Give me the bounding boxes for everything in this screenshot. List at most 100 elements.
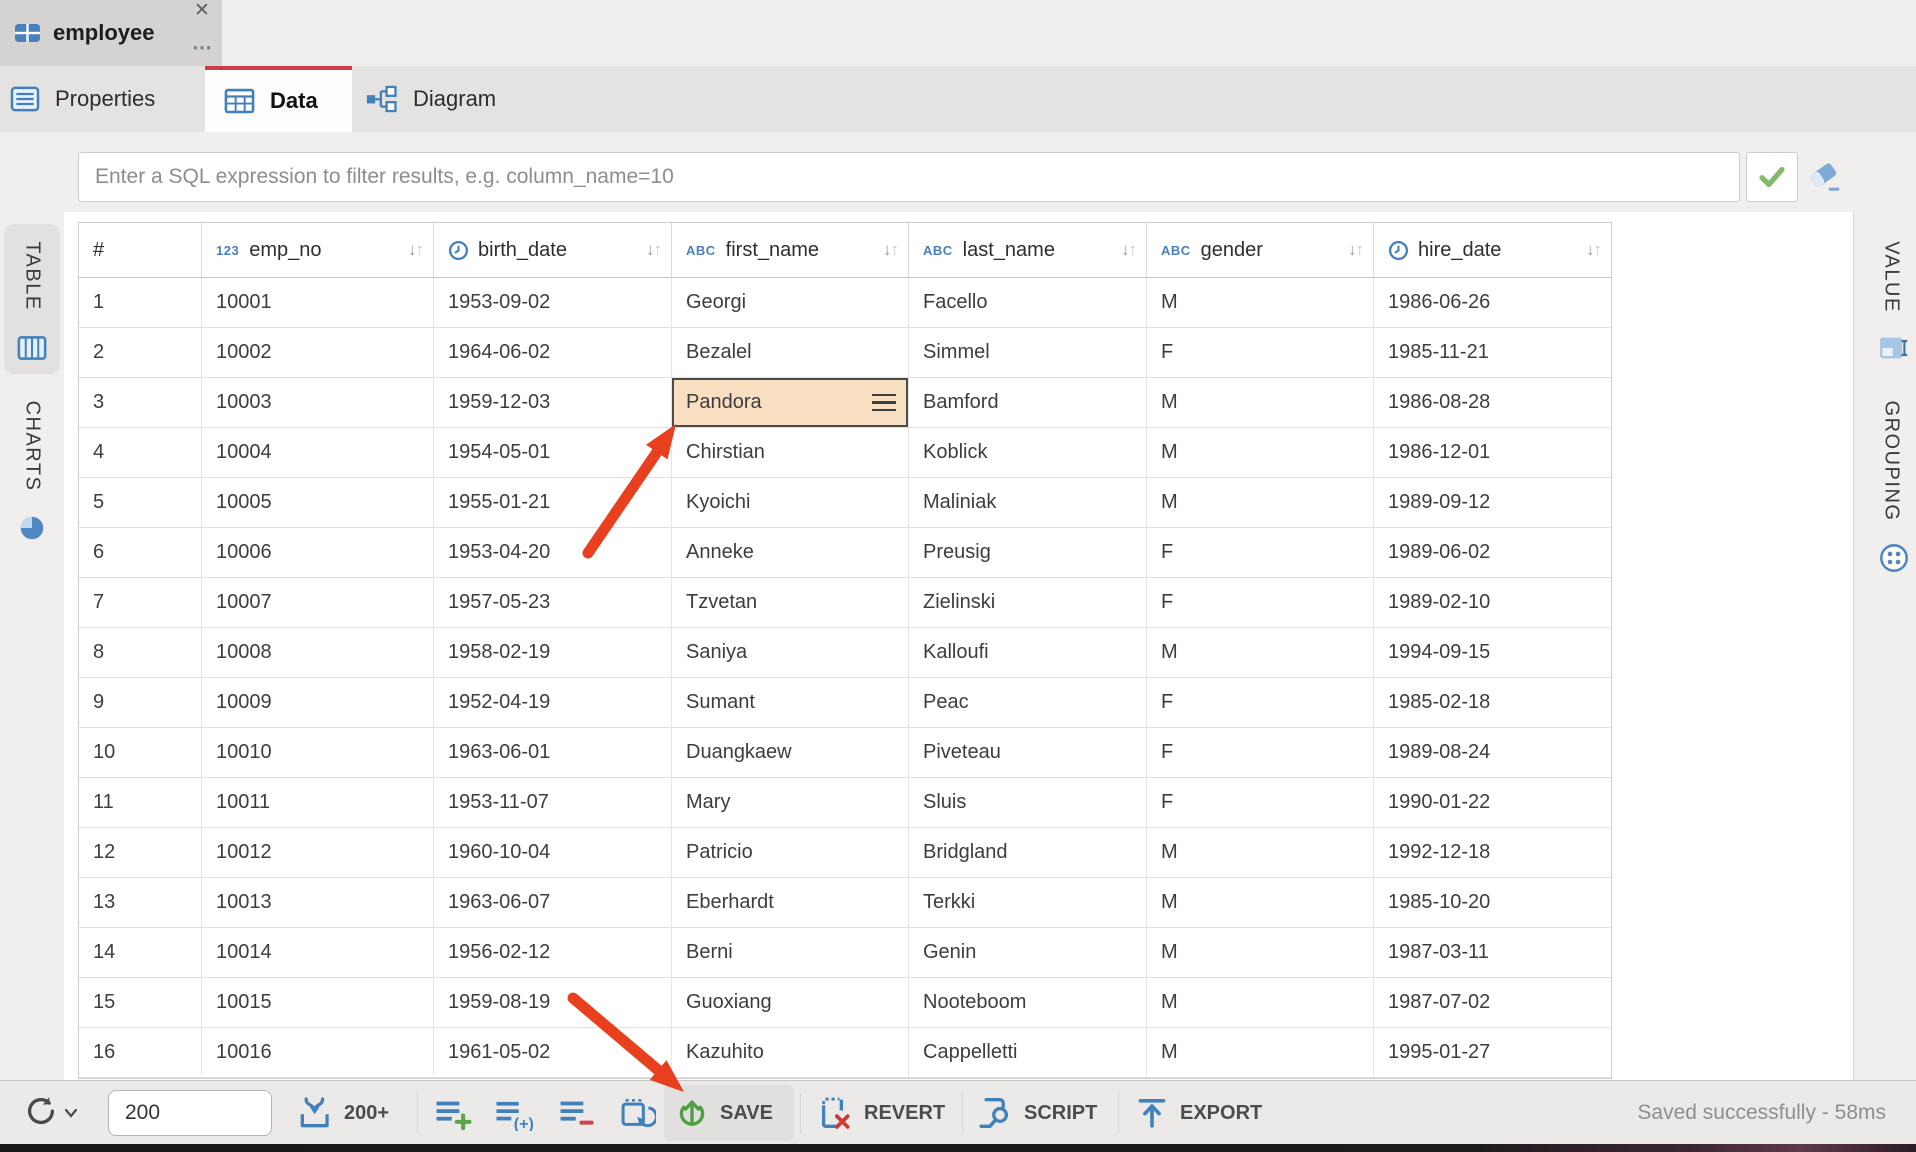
cell-hire_date[interactable]: 1994-09-15: [1374, 628, 1611, 678]
cell-emp_no[interactable]: 10014: [202, 928, 434, 978]
cell-birth_date[interactable]: 1964-06-02: [434, 328, 672, 378]
cell-hire_date[interactable]: 1986-06-26: [1374, 278, 1611, 328]
cell-hire_date[interactable]: 1989-02-10: [1374, 578, 1611, 628]
cell-birth_date[interactable]: 1961-05-02: [434, 1028, 672, 1078]
cell-last_name[interactable]: Preusig: [909, 528, 1147, 578]
column-header-first_name[interactable]: ABCfirst_name↓↑: [672, 223, 909, 278]
cell-hire_date[interactable]: 1986-08-28: [1374, 378, 1611, 428]
cell-emp_no[interactable]: 10016: [202, 1028, 434, 1078]
cell-hire_date[interactable]: 1989-08-24: [1374, 728, 1611, 778]
cell-birth_date[interactable]: 1963-06-07: [434, 878, 672, 928]
cell-rownum[interactable]: 5: [79, 478, 202, 528]
cell-emp_no[interactable]: 10006: [202, 528, 434, 578]
cell-first_name[interactable]: Berni: [672, 928, 909, 978]
cell-emp_no[interactable]: 10005: [202, 478, 434, 528]
cell-birth_date[interactable]: 1960-10-04: [434, 828, 672, 878]
sort-arrows-icon[interactable]: ↓↑: [646, 240, 671, 260]
panel-tab-grouping-label[interactable]: GROUPING: [1880, 401, 1903, 522]
cell-emp_no[interactable]: 10009: [202, 678, 434, 728]
cell-rownum[interactable]: 7: [79, 578, 202, 628]
cell-first_name[interactable]: Duangkaew: [672, 728, 909, 778]
cell-emp_no[interactable]: 10007: [202, 578, 434, 628]
cell-birth_date[interactable]: 1958-02-19: [434, 628, 672, 678]
cell-last_name[interactable]: Koblick: [909, 428, 1147, 478]
fetch-all-button[interactable]: 200+: [296, 1081, 389, 1145]
cell-rownum[interactable]: 8: [79, 628, 202, 678]
cell-last_name[interactable]: Nooteboom: [909, 978, 1147, 1028]
tab-data[interactable]: Data: [205, 66, 352, 132]
cell-hire_date[interactable]: 1992-12-18: [1374, 828, 1611, 878]
cell-emp_no[interactable]: 10015: [202, 978, 434, 1028]
cell-rownum[interactable]: 16: [79, 1028, 202, 1078]
cell-rownum[interactable]: 9: [79, 678, 202, 728]
tab-diagram[interactable]: Diagram: [352, 66, 542, 132]
row-limit-input[interactable]: [108, 1090, 272, 1136]
cell-emp_no[interactable]: 10012: [202, 828, 434, 878]
cell-last_name[interactable]: Zielinski: [909, 578, 1147, 628]
cell-gender[interactable]: M: [1147, 928, 1374, 978]
column-header-hire_date[interactable]: hire_date↓↑: [1374, 223, 1611, 278]
cell-gender[interactable]: M: [1147, 628, 1374, 678]
cell-gender[interactable]: M: [1147, 428, 1374, 478]
cell-emp_no[interactable]: 10010: [202, 728, 434, 778]
cell-rownum[interactable]: 11: [79, 778, 202, 828]
cell-last_name[interactable]: Bridgland: [909, 828, 1147, 878]
cell-birth_date[interactable]: 1955-01-21: [434, 478, 672, 528]
panel-tab-table-label[interactable]: TABLE: [21, 241, 44, 310]
cell-emp_no[interactable]: 10003: [202, 378, 434, 428]
add-row-button[interactable]: [434, 1081, 472, 1145]
cell-rownum[interactable]: 10: [79, 728, 202, 778]
sort-arrows-icon[interactable]: ↓↑: [408, 240, 433, 260]
cell-first_name[interactable]: Pandora: [672, 378, 909, 428]
cell-rownum[interactable]: 6: [79, 528, 202, 578]
cell-first_name[interactable]: Eberhardt: [672, 878, 909, 928]
column-header-birth_date[interactable]: birth_date↓↑: [434, 223, 672, 278]
cell-rownum[interactable]: 1: [79, 278, 202, 328]
cell-birth_date[interactable]: 1953-09-02: [434, 278, 672, 328]
cell-last_name[interactable]: Sluis: [909, 778, 1147, 828]
filter-input[interactable]: [78, 152, 1740, 202]
cell-first_name[interactable]: Kazuhito: [672, 1028, 909, 1078]
cell-hire_date[interactable]: 1989-09-12: [1374, 478, 1611, 528]
cell-birth_date[interactable]: 1953-04-20: [434, 528, 672, 578]
cell-hire_date[interactable]: 1986-12-01: [1374, 428, 1611, 478]
cell-rownum[interactable]: 15: [79, 978, 202, 1028]
cell-gender[interactable]: F: [1147, 578, 1374, 628]
save-button[interactable]: [664, 1085, 794, 1141]
cell-gender[interactable]: F: [1147, 778, 1374, 828]
sort-arrows-icon[interactable]: ↓↑: [1121, 240, 1146, 260]
cell-first_name[interactable]: Guoxiang: [672, 978, 909, 1028]
cell-birth_date[interactable]: 1953-11-07: [434, 778, 672, 828]
close-icon[interactable]: ✕: [194, 1, 210, 20]
cell-hire_date[interactable]: 1995-01-27: [1374, 1028, 1611, 1078]
cell-first_name[interactable]: Sumant: [672, 678, 909, 728]
sort-arrows-icon[interactable]: ↓↑: [1348, 240, 1373, 260]
cell-emp_no[interactable]: 10008: [202, 628, 434, 678]
cell-rownum[interactable]: 12: [79, 828, 202, 878]
sort-arrows-icon[interactable]: ↓↑: [1586, 240, 1611, 260]
column-header-last_name[interactable]: ABClast_name↓↑: [909, 223, 1147, 278]
cell-first_name[interactable]: Anneke: [672, 528, 909, 578]
cell-emp_no[interactable]: 10011: [202, 778, 434, 828]
cell-birth_date[interactable]: 1959-12-03: [434, 378, 672, 428]
cell-rownum[interactable]: 14: [79, 928, 202, 978]
cell-birth_date[interactable]: 1956-02-12: [434, 928, 672, 978]
cell-hire_date[interactable]: 1987-07-02: [1374, 978, 1611, 1028]
sort-arrows-icon[interactable]: ↓↑: [883, 240, 908, 260]
cell-birth_date[interactable]: 1957-05-23: [434, 578, 672, 628]
tab-properties[interactable]: Properties: [0, 66, 205, 132]
cell-gender[interactable]: F: [1147, 328, 1374, 378]
panel-tab-value-label[interactable]: VALUE: [1880, 241, 1903, 313]
cell-gender[interactable]: F: [1147, 728, 1374, 778]
cell-hire_date[interactable]: 1985-02-18: [1374, 678, 1611, 728]
cell-gender[interactable]: F: [1147, 678, 1374, 728]
export-button[interactable]: EXPORT: [1134, 1081, 1262, 1145]
cell-rownum[interactable]: 2: [79, 328, 202, 378]
cell-menu-icon[interactable]: [872, 394, 896, 412]
cell-birth_date[interactable]: 1954-05-01: [434, 428, 672, 478]
cell-first_name[interactable]: Tzvetan: [672, 578, 909, 628]
delete-row-button[interactable]: [558, 1081, 596, 1145]
cell-last_name[interactable]: Maliniak: [909, 478, 1147, 528]
editor-tab-employee[interactable]: employee ✕ ⋯: [0, 0, 222, 66]
duplicate-row-button[interactable]: (+): [494, 1081, 536, 1145]
